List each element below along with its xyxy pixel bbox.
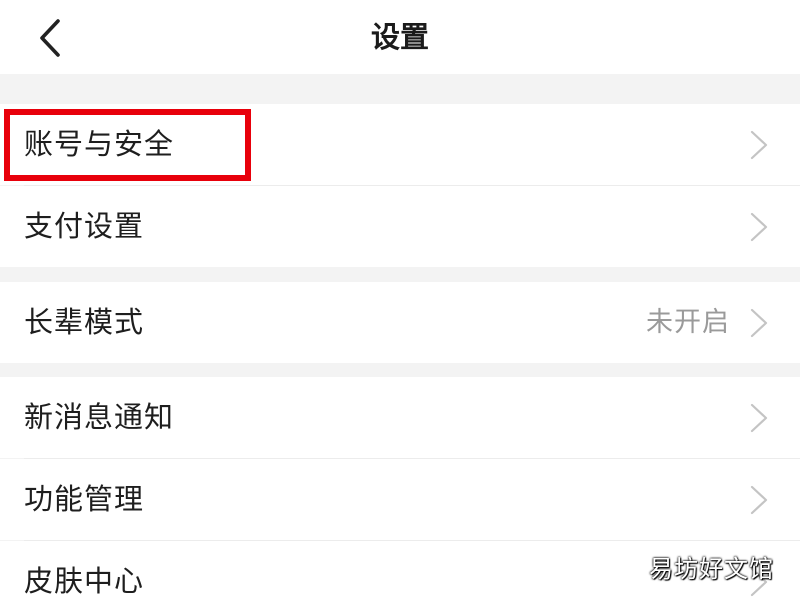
chevron-right-icon [748, 484, 770, 516]
settings-item-payment[interactable]: 支付设置 [0, 186, 800, 267]
page-title: 设置 [370, 20, 429, 54]
settings-screen: 设置 账号与安全 支付设置 长辈模式 未开启 新消息通知 功能管理 皮肤中心 易… [0, 0, 800, 600]
chevron-right-icon [748, 307, 770, 339]
chevron-left-icon [28, 16, 72, 60]
back-button[interactable] [28, 16, 72, 60]
settings-item-label: 皮肤中心 [24, 564, 145, 598]
settings-item-label: 功能管理 [24, 482, 145, 516]
settings-item-label: 长辈模式 [24, 305, 145, 339]
settings-item-account-security[interactable]: 账号与安全 [0, 104, 800, 185]
watermark: 易坊好文馆 [649, 555, 774, 583]
settings-item-label: 支付设置 [24, 209, 145, 243]
nav-bar: 设置 [0, 0, 800, 74]
settings-item-label: 新消息通知 [24, 400, 175, 434]
settings-item-feature-management[interactable]: 功能管理 [0, 459, 800, 540]
settings-item-elder-mode[interactable]: 长辈模式 未开启 [0, 282, 800, 363]
settings-item-label: 账号与安全 [24, 127, 175, 161]
chevron-right-icon [748, 129, 770, 161]
chevron-right-icon [748, 402, 770, 434]
settings-item-notifications[interactable]: 新消息通知 [0, 377, 800, 458]
chevron-right-icon [748, 211, 770, 243]
elder-mode-status: 未开启 [646, 307, 730, 338]
